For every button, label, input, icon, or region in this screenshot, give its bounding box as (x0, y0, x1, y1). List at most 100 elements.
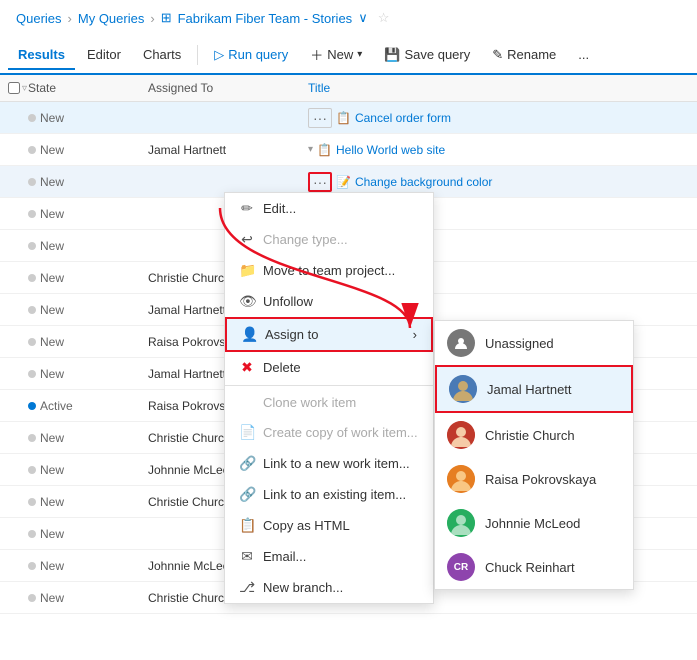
state-dot (28, 370, 36, 378)
link-new-icon: 🔗 (239, 455, 255, 472)
state-dot (28, 498, 36, 506)
state-dot (28, 338, 36, 346)
menu-email[interactable]: ✉ Email... (225, 541, 433, 572)
assign-johnnie[interactable]: Johnnie McLeod (435, 501, 633, 545)
menu-link-new[interactable]: 🔗 Link to a new work item... (225, 448, 433, 479)
avatar-chuck: CR (447, 553, 475, 581)
rename-button[interactable]: ✎ Rename (482, 42, 566, 68)
avatar-raisa (447, 465, 475, 493)
row-title-text: Cancel order form (355, 111, 451, 125)
state-dot (28, 114, 36, 122)
toolbar: Results Editor Charts ▷ Run query ＋ New … (0, 36, 697, 75)
menu-link-new-label: Link to a new work item... (263, 456, 410, 471)
avatar-jamal (449, 375, 477, 403)
row-state: New (28, 527, 148, 541)
expand-all-icon: ▿ (22, 83, 27, 94)
menu-divider (225, 385, 433, 386)
menu-assign-label: Assign to (265, 327, 318, 342)
breadcrumb-queries[interactable]: Queries (16, 11, 62, 26)
row-state: New (28, 431, 148, 445)
table-header: ▿ State Assigned To Title (0, 75, 697, 102)
assign-jamal[interactable]: Jamal Hartnett (435, 365, 633, 413)
breadcrumb-current[interactable]: Fabrikam Fiber Team - Stories (178, 11, 353, 26)
more-options-btn[interactable]: ··· (308, 172, 332, 192)
context-menu: ✏ Edit... ↩ Change type... 📁 Move to tea… (224, 192, 434, 604)
state-dot (28, 530, 36, 538)
menu-move-team[interactable]: 📁 Move to team project... (225, 255, 433, 286)
state-dot (28, 178, 36, 186)
edit-icon: ✏ (239, 200, 255, 217)
raisa-label: Raisa Pokrovskaya (485, 472, 596, 487)
more-btn[interactable]: ··· (308, 108, 332, 128)
state-dot (28, 434, 36, 442)
assign-christie[interactable]: Christie Church (435, 413, 633, 457)
run-query-button[interactable]: ▷ Run query (204, 42, 298, 68)
menu-edit[interactable]: ✏ Edit... (225, 193, 433, 224)
menu-delete[interactable]: ✖ Delete (225, 352, 433, 383)
email-icon: ✉ (239, 548, 255, 565)
tab-charts[interactable]: Charts (133, 41, 191, 70)
row-title-text: Change background color (355, 175, 492, 189)
more-options-button[interactable]: ... (568, 42, 599, 67)
wi-icon-story: 📋 (317, 143, 332, 157)
row-title[interactable]: ··· 📝 Change background color (308, 172, 689, 192)
menu-new-branch-label: New branch... (263, 580, 343, 595)
menu-copy-html[interactable]: 📋 Copy as HTML (225, 510, 433, 541)
row-title-text: Hello World web site (336, 143, 445, 157)
breadcrumb-sep1: › (68, 11, 72, 26)
assign-icon: 👤 (241, 326, 257, 343)
row-state: New (28, 207, 148, 221)
row-title[interactable]: ▾ 📋 Hello World web site (308, 143, 689, 157)
copy-html-icon: 📋 (239, 517, 255, 534)
new-chevron-icon: ▾ (357, 49, 362, 60)
assign-submenu: Unassigned Jamal Hartnett Christie Churc… (434, 320, 634, 590)
save-query-button[interactable]: 💾 Save query (374, 42, 480, 68)
state-dot (28, 306, 36, 314)
menu-new-branch[interactable]: ⎇ New branch... (225, 572, 433, 603)
menu-change-type-label: Change type... (263, 232, 348, 247)
tab-editor[interactable]: Editor (77, 41, 131, 70)
delete-icon: ✖ (239, 359, 255, 376)
breadcrumb-icon: ⊞ (161, 10, 172, 26)
state-dot (28, 594, 36, 602)
breadcrumb-star[interactable]: ☆ (378, 10, 390, 26)
assign-unassigned[interactable]: Unassigned (435, 321, 633, 365)
new-button[interactable]: ＋ New ▾ (300, 40, 372, 69)
branch-icon: ⎇ (239, 579, 255, 596)
header-title: Title (308, 81, 689, 95)
row-assigned: Jamal Hartnett (148, 143, 308, 157)
avatar-johnnie (447, 509, 475, 537)
menu-unfollow-label: Unfollow (263, 294, 313, 309)
row-title[interactable]: ··· 📋 Cancel order form (308, 108, 689, 128)
header-assigned: Assigned To (148, 81, 308, 95)
new-label: New (327, 47, 353, 62)
row-state: New (28, 335, 148, 349)
state-dot (28, 210, 36, 218)
header-state: State (28, 81, 148, 95)
assign-raisa[interactable]: Raisa Pokrovskaya (435, 457, 633, 501)
menu-assign-to[interactable]: 👤 Assign to › (225, 317, 433, 352)
christie-label: Christie Church (485, 428, 575, 443)
johnnie-label: Johnnie McLeod (485, 516, 580, 531)
avatar-christie (447, 421, 475, 449)
tab-results[interactable]: Results (8, 41, 75, 70)
breadcrumb-myqueries[interactable]: My Queries (78, 11, 144, 26)
row-state: Active (28, 399, 148, 413)
breadcrumb-chevron[interactable]: ∨ (358, 10, 368, 26)
menu-copy-html-label: Copy as HTML (263, 518, 350, 533)
menu-unfollow[interactable]: 👁 Unfollow (225, 286, 433, 317)
header-check[interactable]: ▿ (8, 81, 28, 95)
select-all-checkbox[interactable] (8, 82, 20, 94)
copy-icon: 📄 (239, 424, 255, 441)
more-icon: ... (578, 47, 589, 62)
menu-link-existing[interactable]: 🔗 Link to an existing item... (225, 479, 433, 510)
toolbar-separator (197, 45, 198, 65)
assign-chuck[interactable]: CR Chuck Reinhart (435, 545, 633, 589)
wi-icon-task: 📝 (336, 175, 351, 189)
row-state: New (28, 111, 148, 125)
state-dot (28, 274, 36, 282)
row-state: New (28, 495, 148, 509)
state-dot (28, 146, 36, 154)
row-state: New (28, 271, 148, 285)
save-label: Save query (404, 47, 470, 62)
